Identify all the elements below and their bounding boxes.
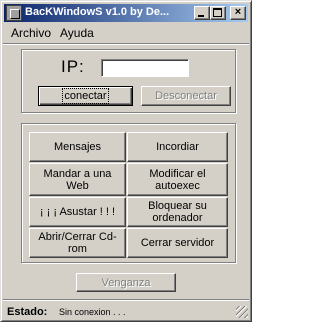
menu-divider [3,43,249,45]
mensajes-label: Mensajes [53,141,102,153]
venganza-label: Venganza [101,276,151,289]
cerrar-servidor-label: Cerrar servidor [140,237,215,249]
modificar-autoexec-button[interactable]: Modificar el autoexec [127,163,228,196]
modificar-autoexec-label: Modificar el autoexec [149,167,206,192]
connect-label: conectar [62,88,109,104]
status-value: Sin conexion . . . [59,307,126,317]
connect-button[interactable]: conectar [38,86,133,106]
resize-grip-icon[interactable] [236,306,248,318]
asustar-label: ¡ ¡ ¡ Asustar ! ! ! [39,206,116,218]
app-icon[interactable] [6,5,22,21]
mandar-web-button[interactable]: Mandar a una Web [29,163,126,196]
mensajes-button[interactable]: Mensajes [29,132,126,162]
maximize-button[interactable] [210,6,226,20]
cdrom-label: Abrir/Cerrar Cd-rom [38,231,117,255]
minimize-button[interactable] [194,6,210,20]
mandar-web-label: Mandar a una Web [43,167,112,192]
incordiar-button[interactable]: Incordiar [127,132,228,162]
window-title: BacKWindowS v1.0 by De... [25,6,170,18]
disconnect-button[interactable]: Desconectar [141,86,231,106]
menu-bar: Archivo Ayuda [4,23,248,41]
venganza-button[interactable]: Venganza [76,273,176,292]
cdrom-button[interactable]: Abrir/Cerrar Cd-rom [29,228,126,258]
ip-input[interactable] [101,59,189,77]
asustar-button[interactable]: ¡ ¡ ¡ Asustar ! ! ! [29,197,126,227]
disconnect-label: Desconectar [155,90,217,102]
status-label: Estado: [7,306,48,318]
ip-label: IP: [61,57,85,76]
title-bar[interactable]: BacKWindowS v1.0 by De... × [4,4,248,22]
menu-ayuda[interactable]: Ayuda [60,26,94,40]
close-button[interactable]: × [230,6,246,20]
bloquear-button[interactable]: Bloquear su ordenador [127,197,228,227]
incordiar-label: Incordiar [156,141,199,153]
menu-archivo[interactable]: Archivo [11,26,51,40]
app-window: BacKWindowS v1.0 by De... × Archivo Ayud… [0,0,252,322]
cerrar-servidor-button[interactable]: Cerrar servidor [127,228,228,258]
status-divider [3,299,249,301]
bloquear-label: Bloquear su ordenador [148,200,207,224]
